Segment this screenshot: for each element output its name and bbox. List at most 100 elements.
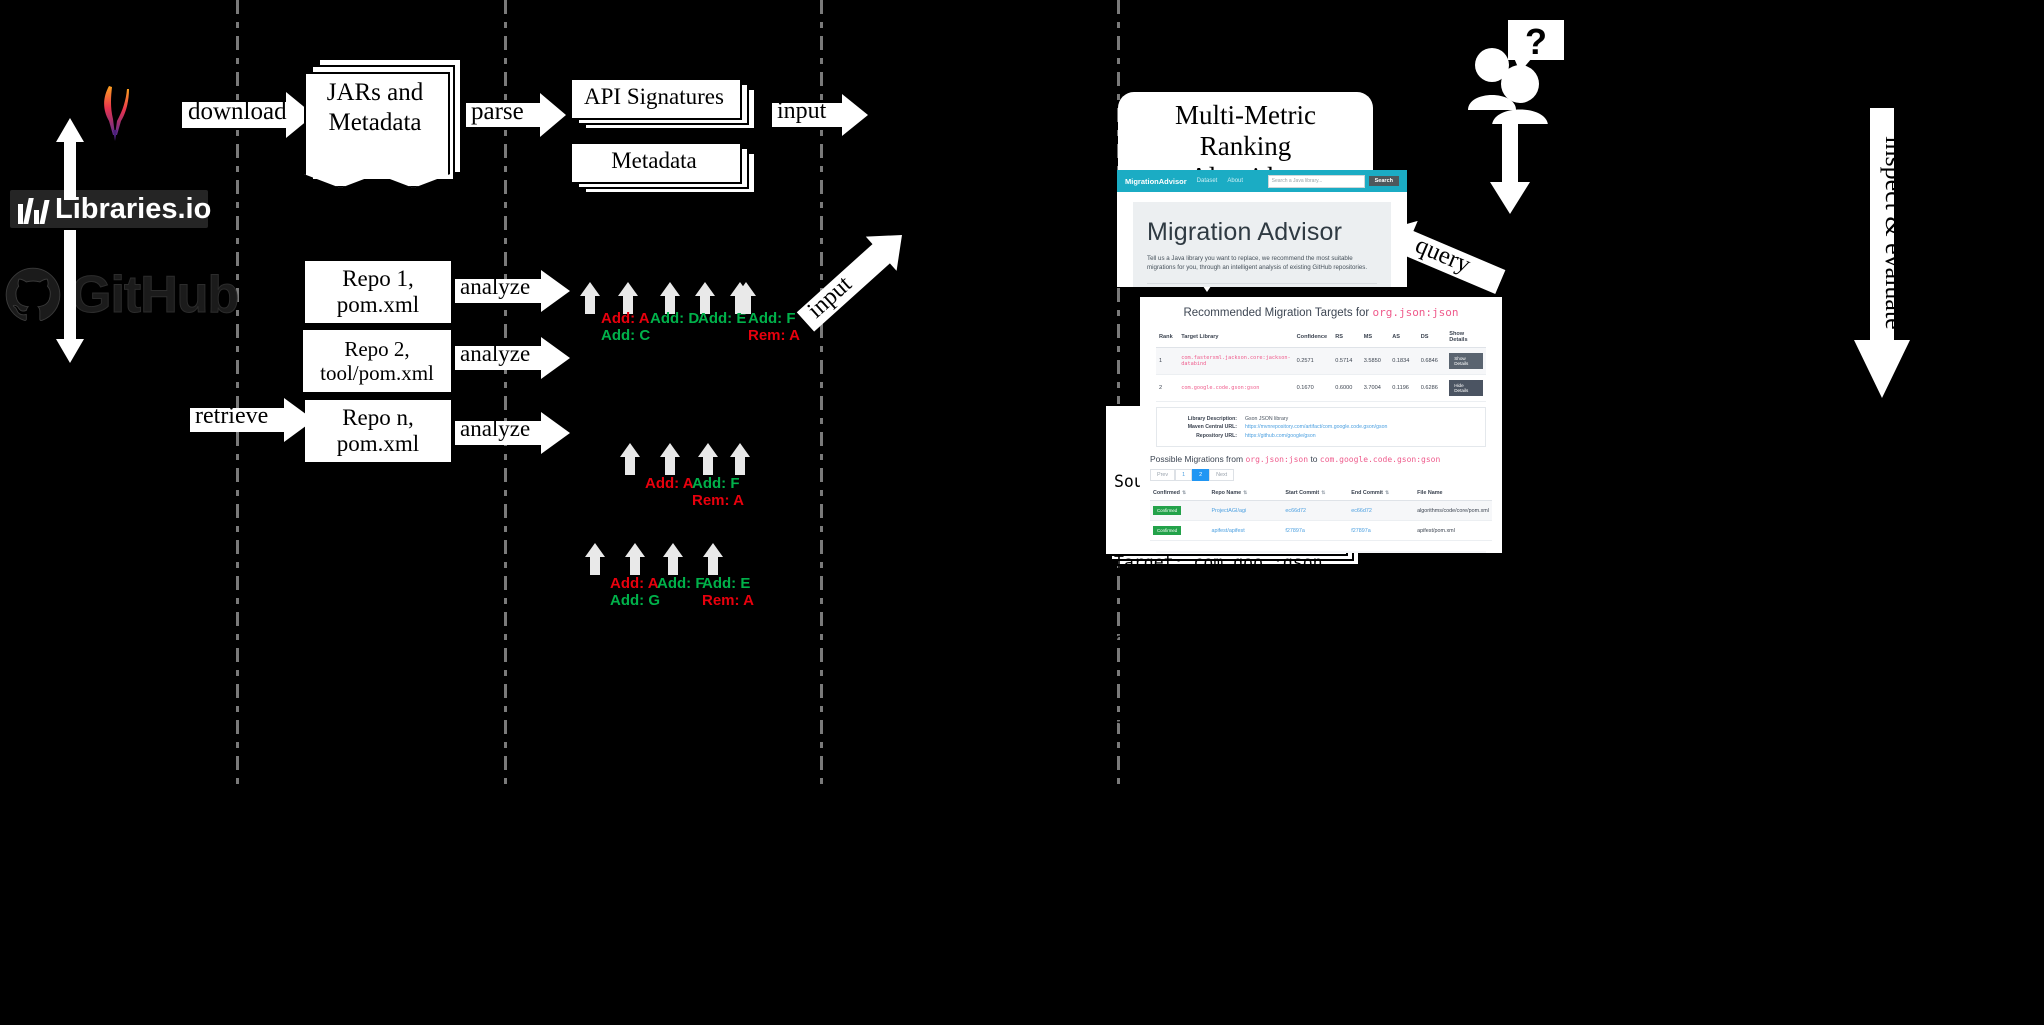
cell-rank: 2 [1156, 374, 1179, 402]
edge-download: download [182, 92, 314, 143]
github-logo: GitHub [5, 265, 240, 325]
ma-nav-search-group: Search a Java library... Search [1267, 174, 1399, 188]
pager-page-1[interactable]: 1 [1175, 469, 1193, 481]
diff-label: Add: A [610, 575, 659, 592]
node-repon-line2: pom.xml [336, 431, 420, 456]
node-repo-n: Repo n, pom.xml [305, 400, 451, 462]
pm-prefix: Possible Migrations from [1150, 454, 1244, 464]
cell-rs: 0.5714 [1332, 347, 1361, 375]
result-card-line5: b1dca05 [1262, 793, 1332, 813]
migrations-table-header-row: Confirmed ⇅ Repo Name ⇅ Start Commit ⇅ End … [1150, 486, 1492, 501]
pager-page-2[interactable]: 2 [1192, 469, 1210, 481]
col-end-commit-label: End Commit [1351, 490, 1383, 496]
sort-icon[interactable]: ⇅ [1182, 490, 1186, 496]
edge-download-label: download [188, 98, 287, 125]
cell-repo[interactable]: apifest/apifest [1208, 520, 1283, 541]
libraries-github-bidirectional-arrow [50, 118, 90, 368]
ma-nav-dataset[interactable]: Dataset [1197, 178, 1218, 184]
edge-analyze-2-label: analyze [460, 341, 531, 366]
targets-table-header-row: Rank Target Library Confidence RS MS AS … [1156, 327, 1486, 348]
status-badge: Confirmed [1153, 526, 1182, 535]
edge-input-top-label: input [777, 98, 827, 124]
col-ds: DS [1417, 327, 1447, 348]
cell-end-commit[interactable]: f27897a [1348, 520, 1415, 541]
detail-maven: Maven Central URL: https://mvnrepository… [1165, 424, 1477, 430]
cell-repo[interactable]: ProjectAGI/agi [1208, 500, 1283, 521]
col-rank: Rank [1156, 327, 1179, 348]
col-as: AS [1389, 327, 1418, 348]
diff-label: Add: F [657, 575, 705, 592]
github-label: GitHub [70, 266, 239, 325]
cell-library[interactable]: com.alibaba:fastjson [1173, 551, 1302, 553]
ma-hero: Migration Advisor Tell us a Java library… [1133, 202, 1391, 287]
pager-prev[interactable]: Prev [1150, 469, 1176, 481]
table-row[interactable]: 2 com.google.code.gson:gson 0.1670 0.600… [1156, 374, 1486, 402]
edge-parse-label: parse [471, 98, 524, 125]
ma-navbar: MigrationAdvisor Dataset About Search a … [1117, 170, 1407, 192]
edge-inspect-evaluate-label: inspect & evaluate [1880, 136, 1909, 330]
table-row[interactable]: 1 com.fasterxml.jackson.core:jackson-dat… [1156, 347, 1486, 375]
node-jars-line1: JARs and [326, 79, 424, 106]
node-algorithm-line2: Ranking [1199, 130, 1292, 161]
edge-inspect-evaluate: inspect & evaluate [1852, 108, 1912, 403]
result-card-line4: Repo Commits: 4206302 [1114, 712, 1323, 732]
detail-maven-key: Maven Central URL: [1187, 424, 1237, 430]
col-repo-name: Repo Name ⇅ [1208, 486, 1283, 501]
cell-rank: 3 [1156, 551, 1174, 553]
cell-ds: 0.9063 [1418, 551, 1447, 553]
node-algorithm-line1: Multi-Metric [1175, 99, 1316, 130]
edge-user-to-advisor [1488, 120, 1532, 219]
node-repo1-line2: pom.xml [336, 292, 420, 317]
ma-brand[interactable]: MigrationAdvisor [1125, 177, 1187, 186]
show-details-button[interactable]: Show Details [1449, 353, 1483, 369]
ma-nav-about[interactable]: About [1227, 178, 1243, 184]
node-repo1-line1: Repo 1, [342, 265, 414, 291]
cell-end-commit[interactable]: ec66d72 [1348, 500, 1415, 521]
migration-advisor-screenshot[interactable]: MigrationAdvisor Dataset About Search a … [1117, 170, 1407, 287]
ma-search-input[interactable]: Search a Java library... [1267, 174, 1365, 188]
detail-repo: Repository URL: https://github.com/googl… [1165, 433, 1477, 439]
edge-parse: parse [466, 93, 566, 142]
pager-next[interactable]: Next [1209, 469, 1235, 481]
node-repo-1: Repo 1, pom.xml [305, 261, 451, 323]
sort-icon[interactable]: ⇅ [1385, 490, 1389, 496]
sort-icon[interactable]: ⇅ [1243, 490, 1247, 496]
library-detail-panel: Library Description: Gson JSON library M… [1156, 407, 1486, 447]
detail-maven-link[interactable]: https://mvnrepository.com/artifact/com.g… [1245, 424, 1387, 430]
edge-analyze-3-label: analyze [460, 416, 531, 441]
status-badge: Confirmed [1153, 506, 1182, 515]
cell-ms: 2.8074 [1362, 551, 1391, 553]
detail-repo-link[interactable]: https://github.com/google/gson [1245, 433, 1316, 439]
sort-icon[interactable]: ⇅ [1321, 490, 1325, 496]
ma-paragraph: Tell us a Java library you want to repla… [1147, 255, 1368, 272]
diff-label: Add: F [692, 475, 740, 492]
diff-row-1-extra-arrow [736, 282, 756, 319]
diff-row-2: Add: A Add: F Rem: A [620, 443, 780, 509]
col-target-library: Target Library [1178, 327, 1294, 348]
node-metadata: Metadata [570, 142, 760, 198]
edge-retrieve: retrieve [190, 398, 314, 447]
cell-confidence: 0.1670 [1293, 374, 1333, 402]
results-panel-screenshot[interactable]: Recommended Migration Targets for org.js… [1140, 297, 1502, 553]
table-row[interactable]: Confirmed ProjectAGI/agi ec66d72 ec66d72… [1150, 500, 1492, 521]
ma-search-button[interactable]: Search [1368, 176, 1399, 186]
cell-rs: 0.6000 [1332, 374, 1361, 402]
results-title: Recommended Migration Targets for org.js… [1140, 297, 1502, 327]
node-jars-metadata: JARs and Metadata [304, 58, 464, 188]
node-repo2-line1: Repo 2, [344, 336, 410, 361]
col-file-name: File Name [1414, 486, 1492, 501]
cell-as: 0.0364 [1390, 551, 1419, 553]
col-rs: RS [1332, 327, 1361, 348]
col-confirmed-label: Confirmed [1153, 490, 1180, 496]
hide-details-button[interactable]: Hide Details [1449, 380, 1483, 396]
cell-library[interactable]: com.fasterxml.jackson.core:jackson-datab… [1178, 347, 1294, 375]
cell-start-commit[interactable]: ec66d72 [1282, 500, 1349, 521]
table-row[interactable]: Confirmed apifest/apifest f27897a f27897… [1150, 520, 1492, 541]
libraries-io-icon [18, 194, 50, 224]
results-title-library: org.json:json [1372, 306, 1459, 319]
table-row[interactable]: 3 com.alibaba:fastjson 0.0654 0.2571 2.8… [1156, 551, 1486, 553]
cell-library[interactable]: com.google.code.gson:gson [1178, 374, 1294, 402]
diff-label: Add: A [645, 475, 694, 492]
pm-source: org.json:json [1245, 455, 1309, 464]
cell-start-commit[interactable]: f27897a [1282, 520, 1349, 541]
